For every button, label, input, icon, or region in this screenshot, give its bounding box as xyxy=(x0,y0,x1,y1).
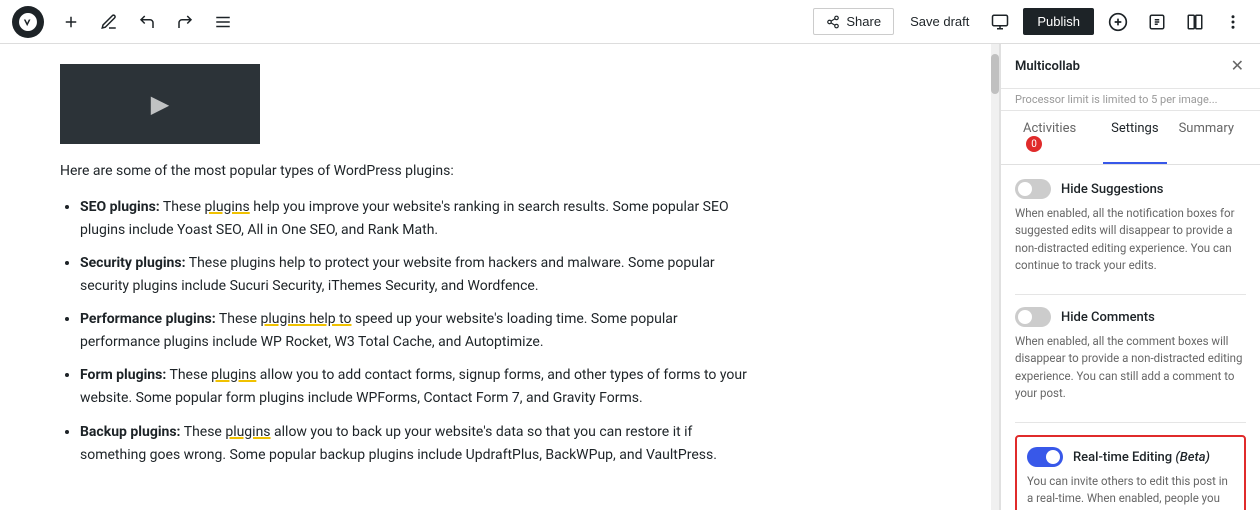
close-sidebar-button[interactable]: ✕ xyxy=(1229,54,1246,78)
plugins-list: SEO plugins: These plugins help you impr… xyxy=(60,196,760,467)
scroll-hint: Processor limit is limited to 5 per imag… xyxy=(1001,89,1260,111)
form-bold: Form plugins: xyxy=(80,367,166,383)
hide-comments-toggle[interactable] xyxy=(1015,307,1051,327)
hide-suggestions-label: Hide Suggestions xyxy=(1061,182,1164,197)
realtime-editing-desc: You can invite others to edit this post … xyxy=(1027,473,1234,510)
realtime-editing-block: Real-time Editing (Beta) You can invite … xyxy=(1015,435,1246,510)
seo-plugins-underline: plugins xyxy=(205,199,250,215)
hide-suggestions-desc: When enabled, all the notification boxes… xyxy=(1015,205,1246,274)
sidebar-content: Hide Suggestions When enabled, all the n… xyxy=(1001,165,1260,510)
add-button[interactable] xyxy=(56,7,86,37)
editor-image xyxy=(60,64,260,144)
form-plugins-underline: plugins xyxy=(211,367,256,383)
hide-suggestions-row: Hide Suggestions xyxy=(1015,179,1246,199)
editor-area: Here are some of the most popular types … xyxy=(0,44,1000,510)
backup-bold: Backup plugins: xyxy=(80,424,181,440)
sidebar-header: Multicollab ✕ xyxy=(1001,44,1260,89)
list-item: Backup plugins: These plugins allow you … xyxy=(80,421,760,467)
intro-text: Here are some of the most popular types … xyxy=(60,160,760,184)
tab-settings[interactable]: Settings xyxy=(1103,111,1166,164)
hide-suggestions-block: Hide Suggestions When enabled, all the n… xyxy=(1015,179,1246,274)
scrollbar-thumb[interactable] xyxy=(991,54,999,94)
tab-summary[interactable]: Summary xyxy=(1171,111,1242,164)
hide-comments-row: Hide Comments xyxy=(1015,307,1246,327)
publish-button[interactable]: Publish xyxy=(1023,8,1094,35)
undo-button[interactable] xyxy=(132,7,162,37)
share-button[interactable]: Share xyxy=(813,8,894,35)
realtime-editing-row: Real-time Editing (Beta) xyxy=(1027,447,1234,467)
wp-logo xyxy=(12,6,44,38)
editor-content: Here are some of the most popular types … xyxy=(60,160,760,467)
security-bold: Security plugins: xyxy=(80,255,186,271)
seo-bold: SEO plugins: xyxy=(80,199,160,215)
list-view-button[interactable] xyxy=(208,7,238,37)
sidebar-tabs: Activities 0 Settings Summary xyxy=(1001,111,1260,165)
sidebar-title: Multicollab xyxy=(1015,59,1080,74)
list-item: Form plugins: These plugins allow you to… xyxy=(80,364,760,410)
save-draft-button[interactable]: Save draft xyxy=(902,8,977,35)
perf-plugins-underline: plugins help to xyxy=(261,311,352,327)
divider-2 xyxy=(1015,422,1246,423)
main-layout: Here are some of the most popular types … xyxy=(0,44,1260,510)
list-item: SEO plugins: These plugins help you impr… xyxy=(80,196,760,242)
tools-button[interactable] xyxy=(94,7,124,37)
hide-comments-desc: When enabled, all the comment boxes will… xyxy=(1015,333,1246,402)
activities-badge: 0 xyxy=(1026,136,1042,152)
scrollbar-track[interactable] xyxy=(991,44,999,510)
topbar: Share Save draft Publish xyxy=(0,0,1260,44)
realtime-editing-toggle[interactable] xyxy=(1027,447,1063,467)
hide-suggestions-toggle[interactable] xyxy=(1015,179,1051,199)
more-options-button[interactable] xyxy=(1218,7,1248,37)
multicollab-button[interactable] xyxy=(1102,6,1134,38)
info-button[interactable] xyxy=(1142,7,1172,37)
list-item: Security plugins: These plugins help to … xyxy=(80,252,760,298)
redo-button[interactable] xyxy=(170,7,200,37)
hide-comments-block: Hide Comments When enabled, all the comm… xyxy=(1015,307,1246,402)
divider-1 xyxy=(1015,294,1246,295)
realtime-editing-label: Real-time Editing (Beta) xyxy=(1073,450,1210,465)
list-item: Performance plugins: These plugins help … xyxy=(80,308,760,354)
backup-plugins-underline: plugins xyxy=(225,424,270,440)
performance-bold: Performance plugins: xyxy=(80,311,216,327)
preview-button[interactable] xyxy=(985,7,1015,37)
hide-comments-label: Hide Comments xyxy=(1061,310,1155,325)
sidebar: Multicollab ✕ Processor limit is limited… xyxy=(1000,44,1260,510)
tab-activities[interactable]: Activities 0 xyxy=(1015,111,1099,164)
layout-button[interactable] xyxy=(1180,7,1210,37)
